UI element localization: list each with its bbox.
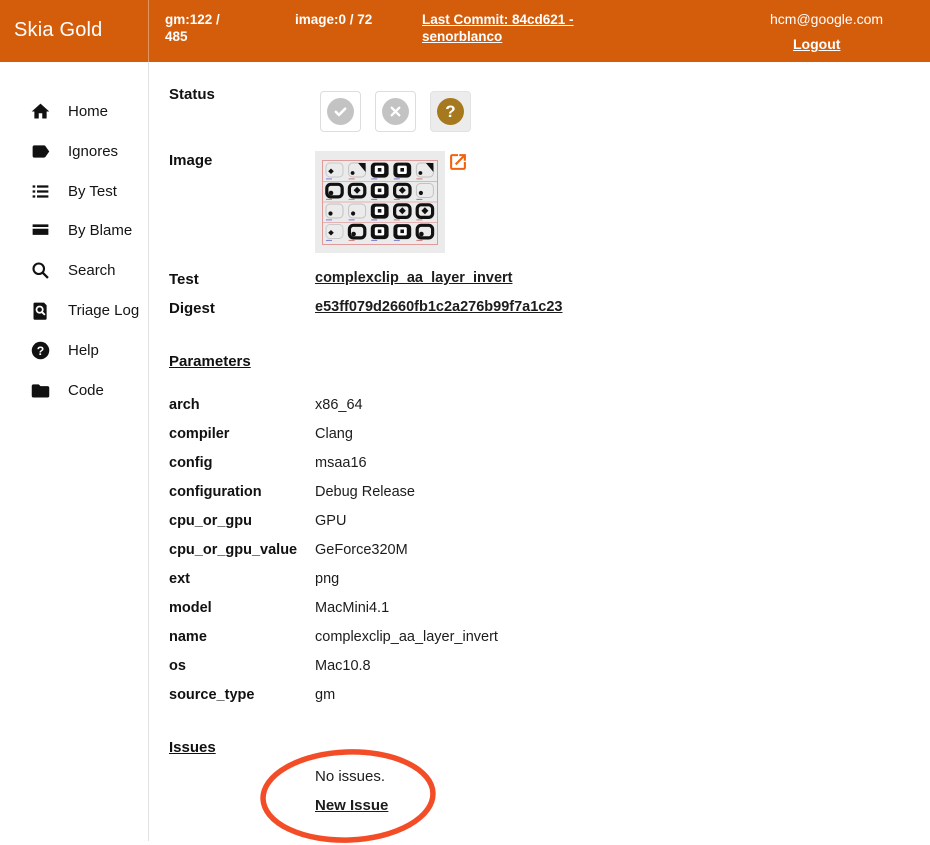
doc-search-icon bbox=[30, 300, 51, 321]
param-key: ext bbox=[169, 571, 190, 587]
param-value: Clang bbox=[315, 426, 353, 442]
param-value: MacMini4.1 bbox=[315, 600, 389, 616]
param-value: GPU bbox=[315, 513, 346, 529]
test-name-link[interactable]: complexclip_aa_layer_invert bbox=[315, 270, 512, 286]
cross-circle-icon bbox=[382, 98, 409, 125]
list-icon bbox=[30, 181, 51, 202]
sidebar-item-label: Triage Log bbox=[68, 302, 139, 319]
new-issue-link[interactable]: New Issue bbox=[315, 797, 388, 814]
param-key: source_type bbox=[169, 687, 254, 703]
param-key: compiler bbox=[169, 426, 229, 442]
label-icon bbox=[30, 141, 51, 162]
param-value: x86_64 bbox=[315, 397, 363, 413]
sidebar-item-ignores[interactable]: Ignores bbox=[30, 138, 142, 164]
sidebar-item-label: Search bbox=[68, 262, 116, 279]
red-circle-annotation bbox=[256, 744, 442, 845]
sidebar-item-label: Help bbox=[68, 342, 99, 359]
gm-count-stat: gm:122 / 485 bbox=[165, 11, 245, 45]
sidebar-divider bbox=[148, 62, 149, 841]
sidebar-item-label: By Test bbox=[68, 183, 117, 200]
image-count-stat: image:0 / 72 bbox=[295, 11, 380, 28]
header: Skia Gold gm:122 / 485 image:0 / 72 Last… bbox=[0, 0, 930, 62]
sidebar-item-by-blame[interactable]: By Blame bbox=[30, 217, 142, 243]
param-key: name bbox=[169, 629, 207, 645]
header-divider bbox=[148, 0, 149, 62]
param-key: configuration bbox=[169, 484, 262, 500]
user-email: hcm@google.com bbox=[770, 11, 900, 27]
digest-thumbnail-image[interactable] bbox=[315, 151, 445, 253]
param-key: cpu_or_gpu_value bbox=[169, 542, 297, 558]
check-circle-icon bbox=[327, 98, 354, 125]
param-key: arch bbox=[169, 397, 200, 413]
no-issues-text: No issues. bbox=[315, 768, 385, 785]
logout-link[interactable]: Logout bbox=[793, 36, 840, 52]
sidebar-item-label: Ignores bbox=[68, 143, 118, 160]
param-key: cpu_or_gpu bbox=[169, 513, 252, 529]
sidebar-item-triage-log[interactable]: Triage Log bbox=[30, 297, 142, 323]
param-key: model bbox=[169, 600, 212, 616]
digest-label: Digest bbox=[169, 300, 215, 317]
param-value: msaa16 bbox=[315, 455, 367, 471]
param-value: complexclip_aa_layer_invert bbox=[315, 629, 498, 645]
skia-gold-page: Skia Gold gm:122 / 485 image:0 / 72 Last… bbox=[0, 0, 930, 845]
status-unknown-button[interactable]: ? bbox=[430, 91, 471, 132]
param-key: config bbox=[169, 455, 213, 471]
param-value: png bbox=[315, 571, 339, 587]
param-value: GeForce320M bbox=[315, 542, 408, 558]
digest-hash-link[interactable]: e53ff079d2660fb1c2a276b99f7a1c23 bbox=[315, 299, 563, 315]
issues-heading: Issues bbox=[169, 739, 216, 756]
param-value: gm bbox=[315, 687, 335, 703]
sidebar-item-home[interactable]: Home bbox=[30, 98, 142, 124]
sidebar-item-help[interactable]: ? Help bbox=[30, 337, 142, 363]
sidebar-item-label: Code bbox=[68, 382, 104, 399]
app-title: Skia Gold bbox=[14, 19, 103, 42]
sidebar-item-label: Home bbox=[68, 103, 108, 120]
status-buttons: ? bbox=[320, 91, 471, 132]
sidebar-item-by-test[interactable]: By Test bbox=[30, 178, 142, 204]
search-icon bbox=[30, 260, 51, 281]
home-icon bbox=[30, 101, 51, 122]
folder-icon bbox=[30, 380, 51, 401]
param-value: Debug Release bbox=[315, 484, 415, 500]
image-label: Image bbox=[169, 152, 212, 169]
open-in-new-icon[interactable] bbox=[448, 152, 468, 172]
headline-bars-icon bbox=[30, 220, 51, 241]
status-approve-button[interactable] bbox=[320, 91, 361, 132]
status-reject-button[interactable] bbox=[375, 91, 416, 132]
parameters-heading: Parameters bbox=[169, 353, 251, 370]
svg-text:?: ? bbox=[37, 343, 44, 357]
help-icon: ? bbox=[30, 340, 51, 361]
sidebar-item-code[interactable]: Code bbox=[30, 377, 142, 403]
test-label: Test bbox=[169, 271, 199, 288]
sidebar-item-search[interactable]: Search bbox=[30, 257, 142, 283]
param-value: Mac10.8 bbox=[315, 658, 371, 674]
last-commit-link[interactable]: Last Commit: 84cd621 - senorblanco bbox=[422, 11, 610, 45]
sidebar-item-label: By Blame bbox=[68, 222, 132, 239]
question-circle-icon: ? bbox=[437, 98, 464, 125]
status-label: Status bbox=[169, 86, 215, 103]
param-key: os bbox=[169, 658, 186, 674]
